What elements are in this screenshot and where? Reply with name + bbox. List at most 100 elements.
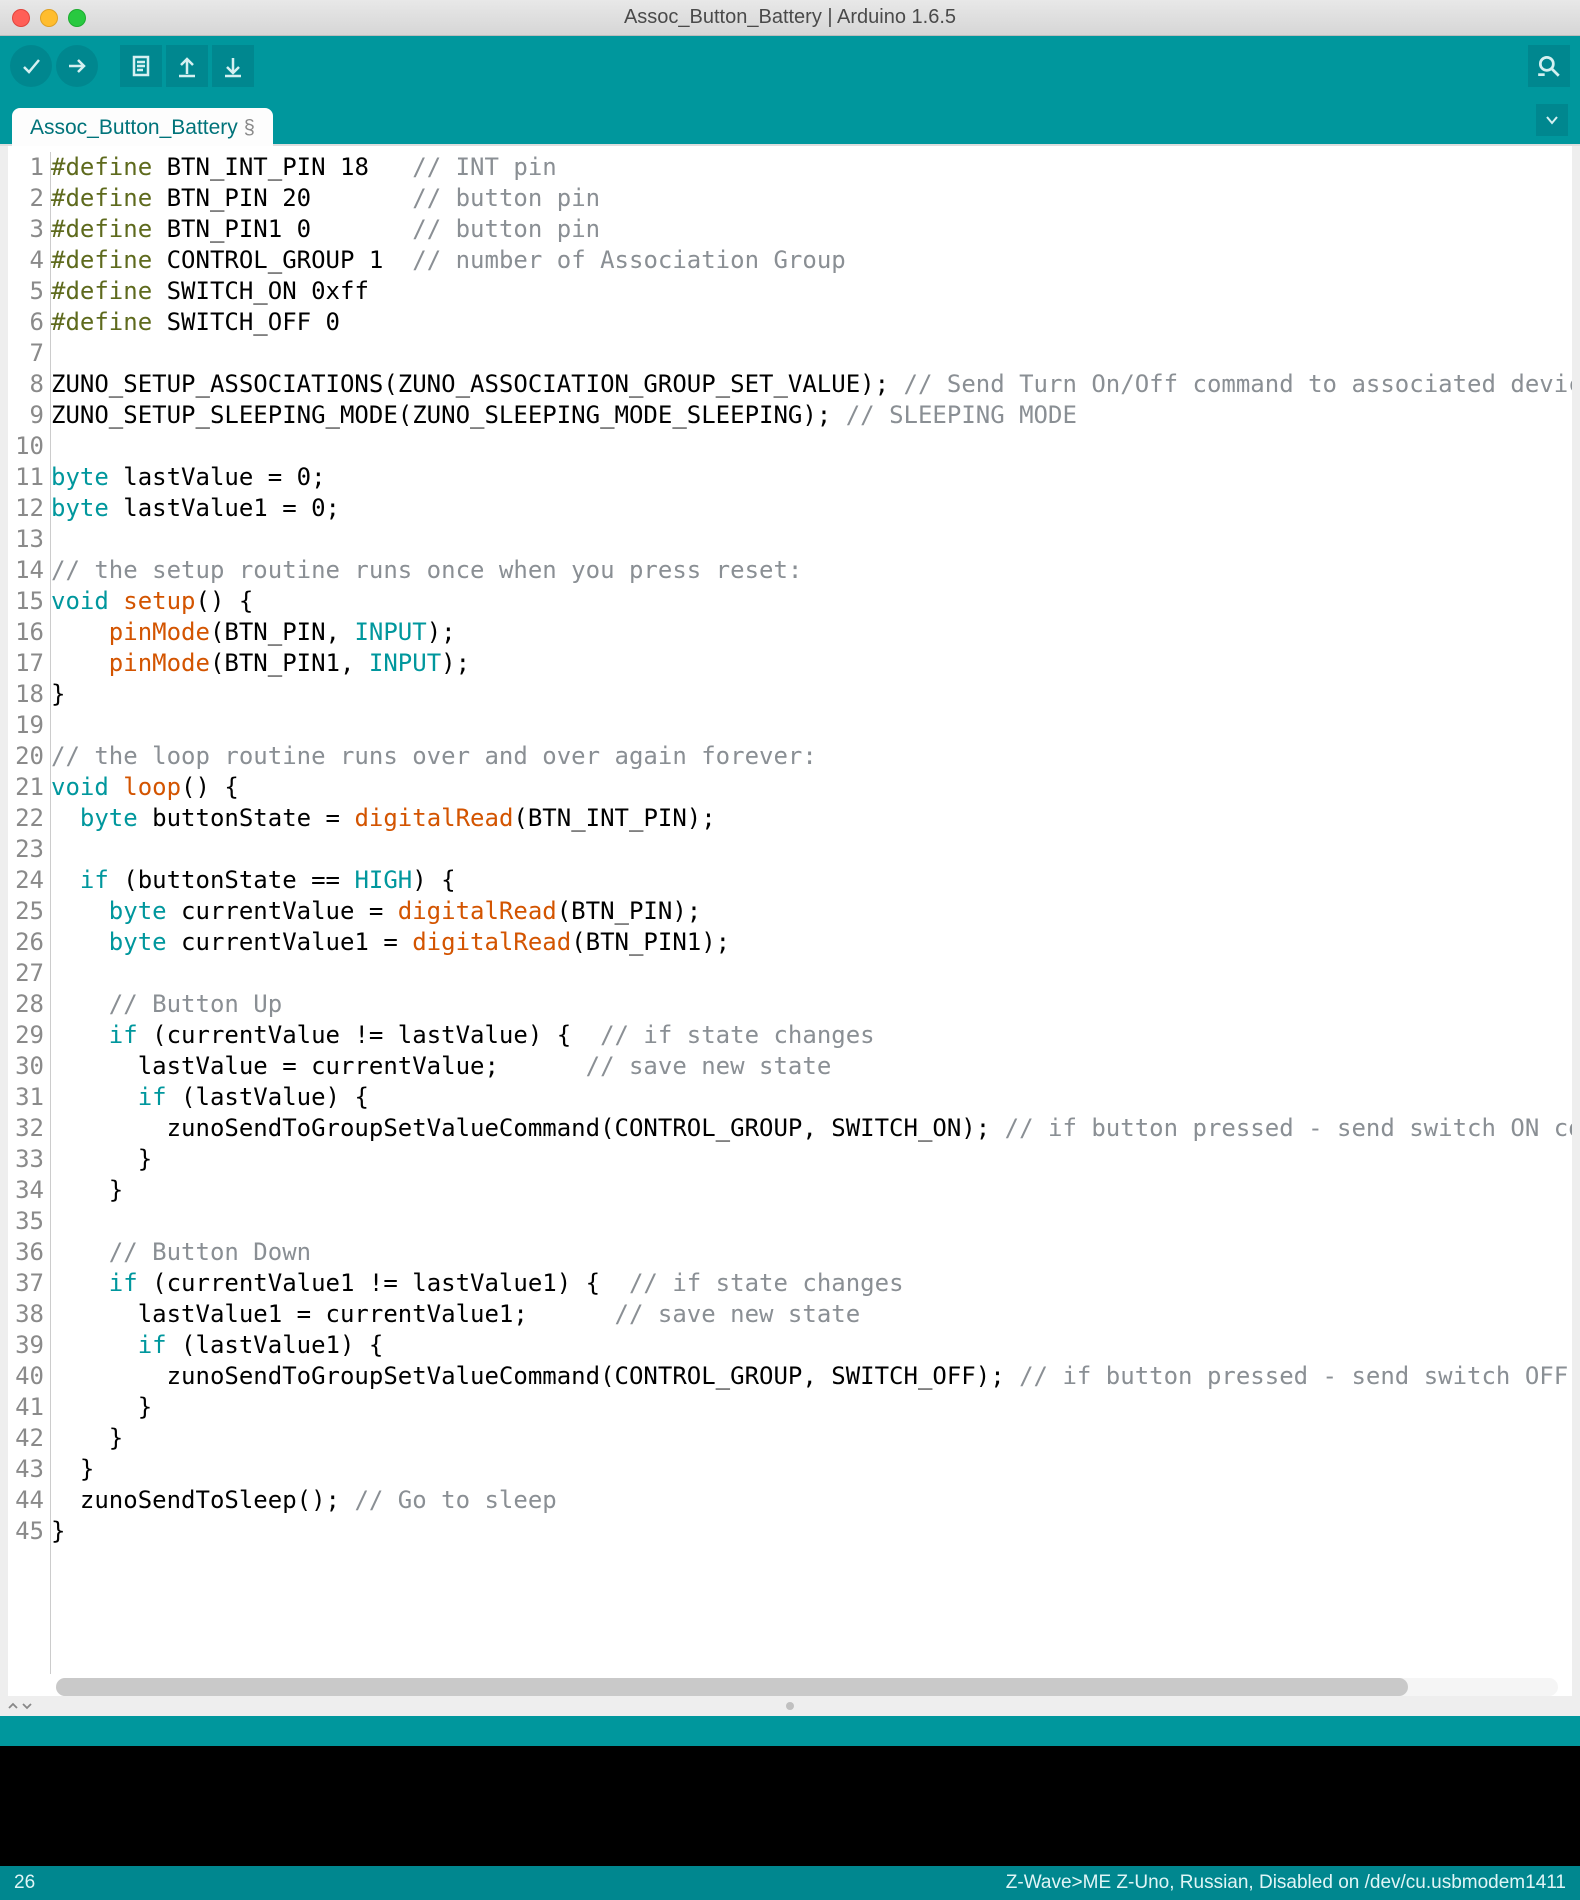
code-line[interactable]: pinMode(BTN_PIN1, INPUT); [51,648,1572,679]
code-line[interactable] [51,958,1572,989]
code-line[interactable]: byte currentValue1 = digitalRead(BTN_PIN… [51,927,1572,958]
code-line[interactable]: byte lastValue1 = 0; [51,493,1572,524]
horizontal-scrollbar-thumb[interactable] [56,1678,1408,1696]
verify-button[interactable] [10,45,52,87]
code-line[interactable]: // the setup routine runs once when you … [51,555,1572,586]
save-sketch-button[interactable] [212,45,254,87]
pane-divider[interactable] [0,1696,1580,1716]
open-sketch-button[interactable] [166,45,208,87]
code-line[interactable]: zunoSendToSleep(); // Go to sleep [51,1485,1572,1516]
code-line[interactable]: lastValue1 = currentValue1; // save new … [51,1299,1572,1330]
code-line[interactable]: if (lastValue) { [51,1082,1572,1113]
upload-button[interactable] [56,45,98,87]
code-line[interactable]: } [51,1423,1572,1454]
sketch-tab[interactable]: Assoc_Button_Battery § [12,108,273,146]
code-line[interactable]: // Button Up [51,989,1572,1020]
line-number: 45 [8,1516,44,1547]
code-line[interactable]: #define BTN_PIN1 0 // button pin [51,214,1572,245]
line-number: 16 [8,617,44,648]
line-number: 19 [8,710,44,741]
line-number: 27 [8,958,44,989]
code-line[interactable]: void loop() { [51,772,1572,803]
code-line[interactable] [51,431,1572,462]
line-number: 11 [8,462,44,493]
arrow-up-icon [175,54,199,78]
line-number: 33 [8,1144,44,1175]
code-line[interactable]: #define SWITCH_OFF 0 [51,307,1572,338]
drag-handle-icon [786,1702,794,1710]
serial-monitor-button[interactable] [1528,45,1570,87]
line-number: 21 [8,772,44,803]
line-number: 4 [8,245,44,276]
code-line[interactable]: } [51,679,1572,710]
code-line[interactable]: if (currentValue1 != lastValue1) { // if… [51,1268,1572,1299]
line-number: 39 [8,1330,44,1361]
code-line[interactable]: } [51,1392,1572,1423]
tab-menu-button[interactable] [1536,104,1568,136]
code-line[interactable] [51,834,1572,865]
code-line[interactable]: byte buttonState = digitalRead(BTN_INT_P… [51,803,1572,834]
code-line[interactable]: } [51,1516,1572,1547]
code-line[interactable]: zunoSendToGroupSetValueCommand(CONTROL_G… [51,1361,1572,1392]
line-number: 12 [8,493,44,524]
line-number: 3 [8,214,44,245]
minimize-window-button[interactable] [40,9,58,27]
code-line[interactable]: } [51,1144,1572,1175]
window-titlebar: Assoc_Button_Battery | Arduino 1.6.5 [0,0,1580,36]
code-line[interactable]: pinMode(BTN_PIN, INPUT); [51,617,1572,648]
line-number: 43 [8,1454,44,1485]
code-line[interactable]: #define SWITCH_ON 0xff [51,276,1572,307]
code-line[interactable]: #define BTN_INT_PIN 18 // INT pin [51,152,1572,183]
check-icon [19,54,43,78]
code-line[interactable]: if (buttonState == HIGH) { [51,865,1572,896]
arrow-down-icon [221,54,245,78]
code-line[interactable]: #define CONTROL_GROUP 1 // number of Ass… [51,245,1572,276]
close-window-button[interactable] [12,9,30,27]
tab-bar: Assoc_Button_Battery § [0,96,1580,144]
code-line[interactable]: #define BTN_PIN 20 // button pin [51,183,1572,214]
code-line[interactable]: ZUNO_SETUP_SLEEPING_MODE(ZUNO_SLEEPING_M… [51,400,1572,431]
line-number: 36 [8,1237,44,1268]
line-number: 18 [8,679,44,710]
code-line[interactable]: } [51,1454,1572,1485]
code-line[interactable] [51,338,1572,369]
status-bar: 26 Z-Wave>ME Z-Uno, Russian, Disabled on… [0,1866,1580,1900]
status-board-info: Z-Wave>ME Z-Uno, Russian, Disabled on /d… [1006,1872,1566,1894]
magnifier-icon [1536,53,1562,79]
line-number: 28 [8,989,44,1020]
code-line[interactable] [51,710,1572,741]
zoom-window-button[interactable] [68,9,86,27]
line-number: 32 [8,1113,44,1144]
line-number: 29 [8,1020,44,1051]
code-line[interactable]: // the loop routine runs over and over a… [51,741,1572,772]
code-line[interactable]: if (lastValue1) { [51,1330,1572,1361]
output-console[interactable] [0,1746,1580,1866]
horizontal-scrollbar[interactable] [56,1678,1558,1696]
code-area[interactable]: #define BTN_INT_PIN 18 // INT pin#define… [50,152,1572,1674]
line-number: 23 [8,834,44,865]
window-title: Assoc_Button_Battery | Arduino 1.6.5 [0,6,1580,29]
code-line[interactable] [51,524,1572,555]
code-line[interactable]: void setup() { [51,586,1572,617]
code-line[interactable]: } [51,1175,1572,1206]
code-line[interactable]: zunoSendToGroupSetValueCommand(CONTROL_G… [51,1113,1572,1144]
line-number: 17 [8,648,44,679]
line-number: 31 [8,1082,44,1113]
line-number: 8 [8,369,44,400]
code-line[interactable]: byte lastValue = 0; [51,462,1572,493]
line-number: 1 [8,152,44,183]
arrow-right-icon [65,54,89,78]
line-number: 40 [8,1361,44,1392]
line-number: 26 [8,927,44,958]
message-bar [0,1716,1580,1746]
new-sketch-button[interactable] [120,45,162,87]
code-editor[interactable]: 1234567891011121314151617181920212223242… [8,146,1572,1674]
line-number: 35 [8,1206,44,1237]
line-number: 22 [8,803,44,834]
code-line[interactable]: // Button Down [51,1237,1572,1268]
code-line[interactable]: byte currentValue = digitalRead(BTN_PIN)… [51,896,1572,927]
code-line[interactable]: lastValue = currentValue; // save new st… [51,1051,1572,1082]
code-line[interactable]: ZUNO_SETUP_ASSOCIATIONS(ZUNO_ASSOCIATION… [51,369,1572,400]
code-line[interactable] [51,1206,1572,1237]
code-line[interactable]: if (currentValue != lastValue) { // if s… [51,1020,1572,1051]
